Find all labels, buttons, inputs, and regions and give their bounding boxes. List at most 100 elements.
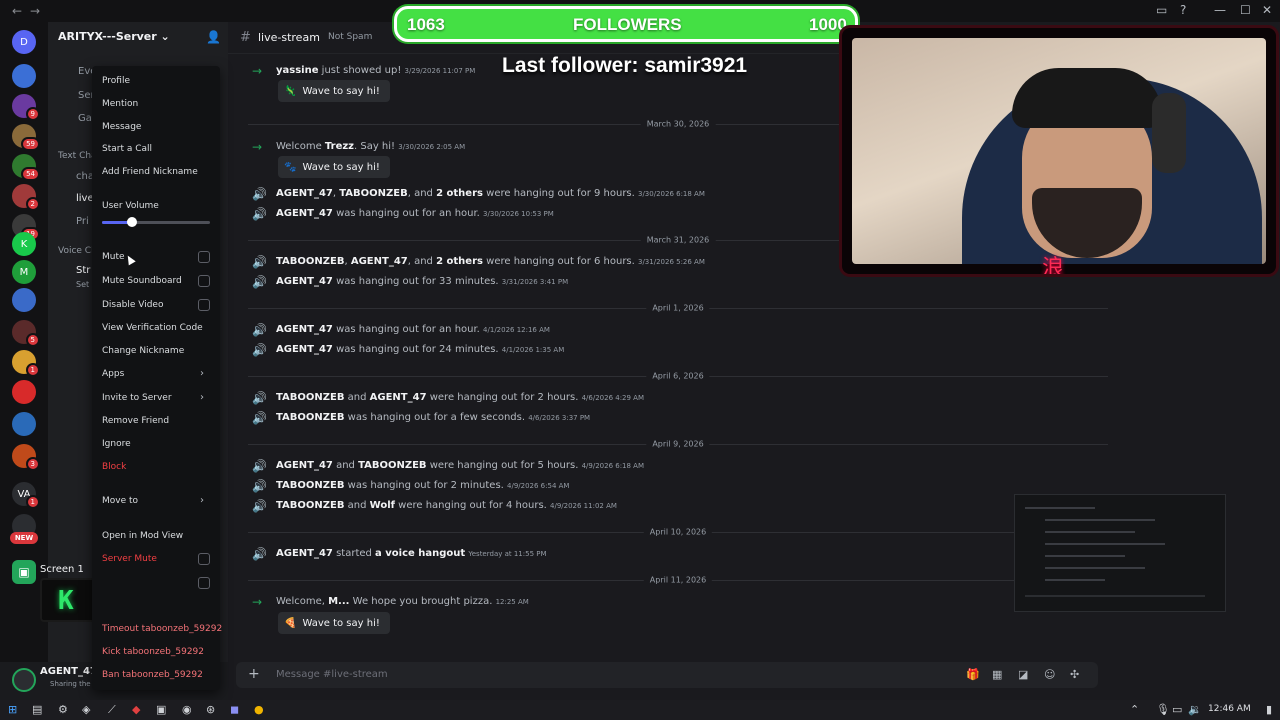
app-icon[interactable]: ◆: [132, 703, 140, 716]
username[interactable]: TABOONZEB: [276, 412, 344, 423]
username[interactable]: AGENT_47: [276, 324, 333, 335]
menu-item-message[interactable]: Message: [102, 122, 141, 132]
menu-item-server-mute[interactable]: Server Mute: [102, 554, 157, 564]
menu-item-apps[interactable]: Apps: [102, 369, 124, 379]
apps-icon[interactable]: ✣: [1070, 668, 1079, 681]
menu-item-change-nickname[interactable]: Change Nickname: [102, 346, 184, 356]
server-icon[interactable]: [12, 412, 36, 436]
category-voice-channels[interactable]: Voice Ch: [58, 246, 97, 256]
menu-item-profile[interactable]: Profile: [102, 76, 130, 86]
username[interactable]: AGENT_47: [276, 188, 333, 199]
wave-button[interactable]: 🐾 Wave to say hi!: [278, 156, 390, 178]
start-icon[interactable]: ⊞: [8, 703, 17, 716]
guild-name[interactable]: ARITYX---Server ⌄: [58, 30, 170, 43]
username[interactable]: AGENT_47: [276, 548, 333, 559]
username[interactable]: AGENT_47: [351, 256, 408, 267]
file-explorer-icon[interactable]: ▤: [32, 703, 42, 716]
others-count[interactable]: 2 others: [436, 256, 483, 267]
server-deafen-checkbox[interactable]: [198, 577, 210, 589]
minimize-icon[interactable]: —: [1214, 3, 1226, 17]
username[interactable]: TABOONZEB: [358, 460, 426, 471]
menu-item-move-to[interactable]: Move to: [102, 496, 138, 506]
server-mute-checkbox[interactable]: [198, 553, 210, 565]
server-icon[interactable]: 54: [12, 154, 40, 181]
app-icon[interactable]: ⟋: [108, 703, 116, 717]
wave-button[interactable]: 🍕 Wave to say hi!: [278, 612, 390, 634]
server-icon[interactable]: 2: [12, 184, 40, 211]
channel-live-stream[interactable]: live: [76, 193, 94, 204]
channel-private[interactable]: Pri: [76, 216, 89, 227]
server-icon[interactable]: VA 1: [12, 482, 40, 509]
gift-icon[interactable]: 🎁: [966, 668, 980, 681]
disable-video-checkbox[interactable]: [198, 299, 210, 311]
app-icon[interactable]: ▣: [156, 703, 166, 716]
emoji-icon[interactable]: ☺: [1044, 668, 1055, 681]
settings-icon[interactable]: ⚙: [58, 703, 68, 716]
username[interactable]: yassine: [276, 65, 319, 76]
avatar[interactable]: [12, 668, 36, 692]
server-icon[interactable]: D: [12, 30, 36, 54]
username[interactable]: TABOONZEB: [276, 480, 344, 491]
server-icon[interactable]: 3: [12, 444, 40, 471]
username[interactable]: AGENT_47: [276, 276, 333, 287]
category-text-channels[interactable]: Text Cha: [58, 151, 97, 161]
username[interactable]: AGENT_47: [276, 208, 333, 219]
menu-item-kick[interactable]: Kick taboonzeb_59292: [102, 647, 204, 657]
server-icon[interactable]: M: [12, 260, 36, 284]
help-icon[interactable]: ?: [1180, 3, 1186, 17]
username[interactable]: M...: [328, 596, 349, 607]
username[interactable]: Wolf: [370, 500, 395, 511]
menu-item-remove-friend[interactable]: Remove Friend: [102, 416, 169, 426]
server-icon[interactable]: K: [12, 232, 36, 256]
menu-item-block[interactable]: Block: [102, 462, 126, 472]
menu-item-invite[interactable]: Invite to Server: [102, 393, 172, 403]
wave-button[interactable]: 🦎 Wave to say hi!: [278, 80, 390, 102]
close-icon[interactable]: ✕: [1262, 3, 1272, 17]
menu-item-mute-soundboard[interactable]: Mute Soundboard: [102, 276, 182, 286]
maximize-icon[interactable]: ☐: [1240, 3, 1251, 17]
menu-item-start-call[interactable]: Start a Call: [102, 144, 152, 154]
add-member-icon[interactable]: 👤: [206, 30, 221, 44]
username[interactable]: AGENT_47: [370, 392, 427, 403]
server-icon[interactable]: 1: [12, 350, 40, 377]
inbox-icon[interactable]: ▭: [1156, 3, 1167, 17]
menu-item-disable-video[interactable]: Disable Video: [102, 300, 163, 310]
others-count[interactable]: 2 others: [436, 188, 483, 199]
mute-checkbox[interactable]: [198, 251, 210, 263]
server-icon[interactable]: 5: [12, 320, 40, 347]
menu-item-ignore[interactable]: Ignore: [102, 439, 131, 449]
volume-knob[interactable]: [127, 217, 138, 227]
message-composer[interactable]: + Message #live-stream 🎁 ▦ ◪ ☺ ✣: [236, 662, 1098, 688]
sidebar-item-games[interactable]: Ga: [78, 113, 92, 124]
mic-icon[interactable]: 🎙: [1156, 703, 1170, 716]
username[interactable]: TABOONZEB: [276, 256, 344, 267]
server-icon[interactable]: [12, 380, 36, 404]
menu-item-mention[interactable]: Mention: [102, 99, 138, 109]
menu-item-open-mod-view[interactable]: Open in Mod View: [102, 531, 183, 541]
add-attachment-icon[interactable]: +: [248, 666, 260, 682]
mute-soundboard-checkbox[interactable]: [198, 275, 210, 287]
app-icon[interactable]: ⊛: [206, 703, 215, 716]
menu-item-add-nickname[interactable]: Add Friend Nickname: [102, 167, 198, 177]
chevron-up-icon[interactable]: ⌃: [1130, 703, 1139, 716]
username[interactable]: TABOONZEB: [276, 500, 344, 511]
menu-item-view-verification[interactable]: View Verification Code: [102, 323, 203, 333]
username[interactable]: AGENT_47: [276, 344, 333, 355]
forward-arrow-icon[interactable]: →: [30, 4, 40, 18]
app-icon[interactable]: ◈: [82, 703, 90, 716]
menu-item-mute[interactable]: Mute: [102, 252, 125, 262]
menu-item-ban[interactable]: Ban taboonzeb_59292: [102, 670, 203, 680]
server-icon[interactable]: [12, 64, 36, 88]
chrome-icon[interactable]: ●: [254, 703, 264, 716]
user-volume-slider[interactable]: [102, 217, 210, 227]
voice-hangout-link[interactable]: a voice hangout: [375, 548, 465, 559]
message-input[interactable]: Message #live-stream: [276, 669, 388, 680]
screen-share-preview[interactable]: [1014, 494, 1226, 612]
network-icon[interactable]: ▭: [1172, 703, 1182, 716]
menu-item-timeout[interactable]: Timeout taboonzeb_59292: [102, 624, 222, 634]
server-icon[interactable]: 9: [12, 94, 40, 121]
sticker-icon[interactable]: ◪: [1018, 668, 1028, 681]
server-icon[interactable]: 59: [12, 124, 40, 151]
volume-icon[interactable]: 🔉: [1188, 703, 1202, 716]
gif-icon[interactable]: ▦: [992, 668, 1002, 681]
